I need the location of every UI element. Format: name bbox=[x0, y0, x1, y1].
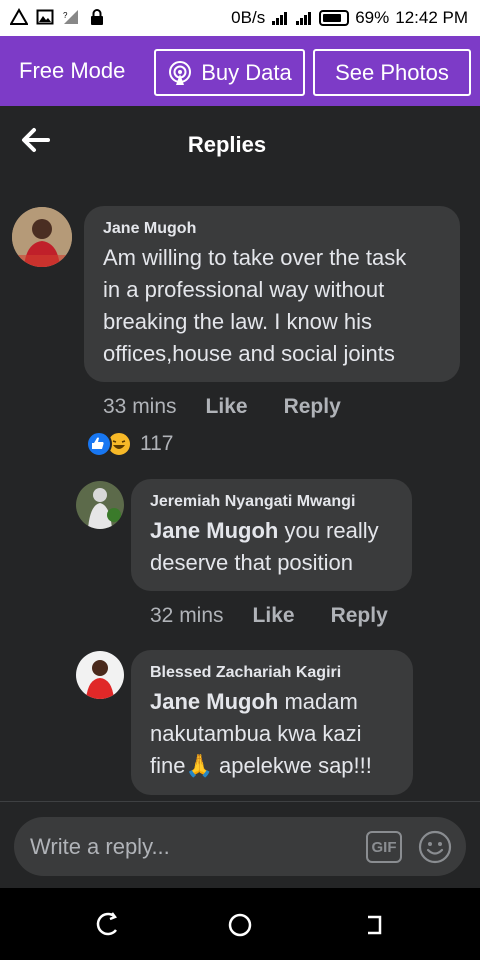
like-button[interactable]: Like bbox=[253, 604, 295, 628]
reply-text-part: madam bbox=[278, 689, 358, 714]
comment-line: in a professional way without bbox=[103, 277, 385, 302]
comment-time: 33 mins bbox=[103, 395, 177, 418]
comment-bubble[interactable]: Jane Mugoh Am willing to take over the t… bbox=[84, 206, 460, 382]
back-icon[interactable] bbox=[360, 910, 390, 940]
svg-text:?: ? bbox=[63, 11, 68, 20]
reply-time: 32 mins bbox=[150, 604, 224, 627]
comment-author[interactable]: Jane Mugoh bbox=[103, 220, 441, 238]
reply-bubble[interactable]: Jeremiah Nyangati Mwangi Jane Mugoh you … bbox=[131, 479, 412, 591]
avatar-jeremiah[interactable] bbox=[76, 481, 124, 529]
status-icons-left: ? bbox=[10, 8, 106, 26]
reply-text-part: apelekwe sap!!! bbox=[212, 753, 372, 778]
status-icons-right: 0B/s 69% 12:42 PM bbox=[231, 8, 468, 28]
like-reaction-icon bbox=[86, 431, 112, 457]
reply-text-part: fine bbox=[150, 753, 186, 778]
reply-text-part: you really bbox=[278, 518, 379, 543]
clock: 12:42 PM bbox=[395, 8, 468, 27]
composer-divider bbox=[0, 801, 480, 802]
avatar-jane-mugoh[interactable] bbox=[12, 207, 72, 267]
comment-line: breaking the law. I know his bbox=[103, 309, 373, 334]
reply-author[interactable]: Blessed Zachariah Kagiri bbox=[150, 664, 394, 682]
see-photos-label: See Photos bbox=[335, 59, 449, 85]
warning-triangle-icon bbox=[10, 8, 28, 25]
mention-link[interactable]: Jane Mugoh bbox=[150, 689, 278, 714]
comment-line: Am willing to take over the task bbox=[103, 245, 407, 270]
battery-icon bbox=[319, 10, 350, 26]
reply-button[interactable]: Reply bbox=[284, 395, 341, 419]
reply-text-line: nakutambua kwa kazi bbox=[150, 721, 362, 746]
reply-button[interactable]: Reply bbox=[331, 604, 388, 628]
buy-data-label: Buy Data bbox=[201, 59, 292, 85]
reply-text-line: deserve that position bbox=[150, 550, 354, 575]
comment-meta: 33 mins Like Reply bbox=[103, 395, 341, 419]
avatar-photo bbox=[76, 651, 124, 699]
gif-button[interactable]: GIF bbox=[366, 831, 402, 863]
page-title: Replies bbox=[187, 132, 267, 157]
net-speed: 0B/s bbox=[231, 8, 266, 27]
reply-input[interactable] bbox=[30, 833, 350, 861]
reply-meta: 32 mins Like Reply bbox=[150, 604, 388, 628]
free-mode-bar: Free Mode Buy Data See Photos bbox=[0, 36, 480, 106]
reply-composer: GIF bbox=[14, 817, 466, 876]
see-photos-button[interactable]: See Photos bbox=[313, 49, 471, 96]
reaction-count: 117 bbox=[140, 432, 174, 455]
broadcast-icon bbox=[169, 60, 192, 85]
lock-icon bbox=[91, 9, 103, 25]
reactions-summary[interactable]: 117 bbox=[86, 431, 173, 457]
reply-bubble[interactable]: Blessed Zachariah Kagiri Jane Mugoh mada… bbox=[131, 650, 413, 795]
mention-link[interactable]: Jane Mugoh bbox=[150, 518, 278, 543]
image-icon bbox=[36, 9, 54, 25]
free-mode-label: Free Mode bbox=[19, 58, 126, 83]
cell-signal-icon bbox=[272, 12, 288, 25]
avatar-blessed[interactable] bbox=[76, 651, 124, 699]
emoji-icon[interactable] bbox=[418, 830, 452, 864]
status-bar: ? 0B/s 69% 12:42 PM bbox=[0, 0, 480, 36]
cell-signal-2-icon bbox=[296, 12, 312, 25]
like-button[interactable]: Like bbox=[206, 395, 248, 419]
avatar-photo bbox=[12, 207, 72, 267]
reply-author[interactable]: Jeremiah Nyangati Mwangi bbox=[150, 493, 393, 511]
system-nav-bar bbox=[0, 888, 480, 960]
signal-icon: ? bbox=[63, 10, 78, 24]
replies-header: Replies bbox=[0, 106, 480, 180]
recent-apps-icon[interactable] bbox=[92, 910, 122, 940]
buy-data-button[interactable]: Buy Data bbox=[154, 49, 305, 96]
avatar-photo bbox=[76, 481, 124, 529]
reply-text: Jane Mugoh madam nakutambua kwa kazi fin… bbox=[150, 686, 394, 782]
comment-text: Am willing to take over the task in a pr… bbox=[103, 242, 441, 370]
home-icon[interactable] bbox=[225, 910, 255, 940]
reply-text: Jane Mugoh you really deserve that posit… bbox=[150, 515, 393, 579]
battery-percent: 69% bbox=[355, 8, 390, 27]
comment-line: offices,house and social joints bbox=[103, 341, 395, 366]
praying-hands-icon: 🙏 bbox=[185, 753, 213, 778]
